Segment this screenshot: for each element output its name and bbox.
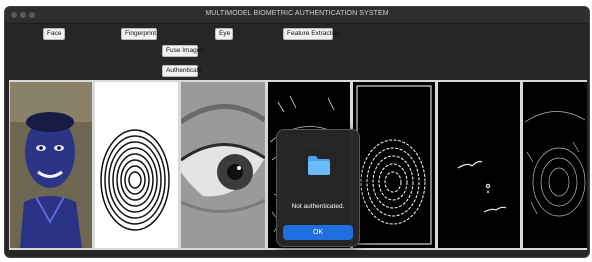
face-button[interactable]: Face (43, 28, 65, 40)
alert-dialog: Not authenticated. OK (276, 129, 360, 247)
authenticate-button[interactable]: Authenticate (162, 65, 202, 77)
alert-message: Not authenticated. (291, 203, 345, 210)
feature-points-map (438, 82, 520, 248)
window-title: MULTIMODEL BIOMETRIC AUTHENTICATION SYST… (205, 10, 389, 17)
fuse-images-button[interactable]: Fuse Images (162, 45, 204, 57)
eye-image (181, 82, 265, 248)
fingerprint-image (95, 82, 178, 248)
title-bar: MULTIMODEL BIOMETRIC AUTHENTICATION SYST… (5, 7, 589, 24)
fused-edge-map (523, 82, 587, 248)
feature-extraction-button[interactable]: Feature Extraction (283, 28, 340, 40)
fingerprint-edge-map (353, 82, 435, 248)
face-photo (10, 82, 92, 248)
folder-icon (308, 156, 330, 175)
eye-button[interactable]: Eye (215, 28, 233, 40)
ok-button[interactable]: OK (283, 225, 353, 240)
app-window: MULTIMODEL BIOMETRIC AUTHENTICATION SYST… (4, 6, 590, 258)
fingerprint-button[interactable]: Fingerprint (121, 28, 157, 40)
